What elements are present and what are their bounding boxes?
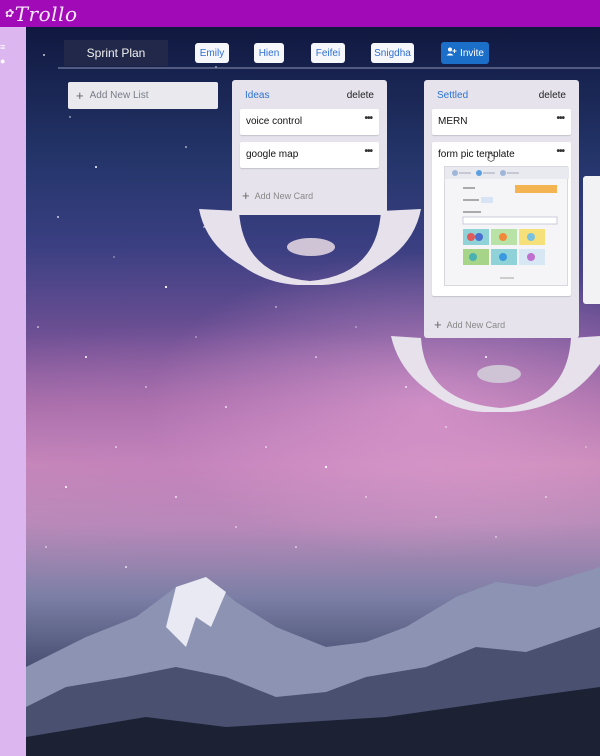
invite-label: Invite [460, 47, 484, 59]
member-chip[interactable]: Snigdha [371, 43, 414, 63]
add-list-button[interactable]: + Add New List [68, 82, 218, 109]
card-with-image[interactable]: form pic template ••• [432, 142, 571, 296]
delete-list-button[interactable]: delete [539, 90, 566, 101]
card-image-thumbnail [444, 166, 569, 286]
brand-name: Trollo [14, 1, 78, 26]
brand-logo[interactable]: ✿ Trollo [4, 2, 78, 26]
board-title[interactable]: Sprint Plan [64, 40, 168, 66]
cursor-icon [487, 151, 495, 162]
drag-ghost [199, 209, 421, 285]
form-template-image [445, 167, 569, 279]
add-list-label: Add New List [89, 90, 149, 101]
member-chip[interactable]: Emily [195, 43, 229, 63]
member-chip[interactable]: Hien [254, 43, 284, 63]
brand-icon: ✿ [4, 7, 14, 20]
member-chip[interactable]: Feifei [311, 43, 345, 63]
card[interactable]: MERN ••• [432, 109, 571, 135]
invite-button[interactable]: Invite [441, 42, 489, 64]
card[interactable]: voice control ••• [240, 109, 379, 135]
plus-icon: + [242, 188, 250, 203]
add-card-label: Add New Card [446, 319, 506, 330]
list-title[interactable]: Ideas [245, 90, 269, 101]
app-header: ✿ Trollo [0, 0, 600, 27]
add-card-button[interactable]: + Add New Card [434, 317, 505, 332]
plus-icon: + [434, 317, 442, 332]
add-user-icon [446, 47, 457, 59]
more-icon[interactable]: ••• [556, 146, 564, 157]
card-title: google map [246, 149, 299, 160]
sidebar: ≡ ● [0, 27, 26, 756]
plus-icon: + [76, 88, 84, 103]
list-title[interactable]: Settled [437, 90, 468, 101]
card[interactable]: google map ••• [240, 142, 379, 168]
list-ideas: Ideas delete voice control ••• google ma… [232, 80, 387, 215]
card-title: voice control [246, 116, 303, 127]
add-card-label: Add New Card [254, 190, 314, 201]
menu-icon[interactable]: ≡ [0, 42, 5, 52]
more-icon[interactable]: ••• [364, 146, 372, 157]
dragged-card-edge [583, 176, 600, 304]
add-card-button[interactable]: + Add New Card [242, 188, 313, 203]
more-icon[interactable]: ••• [556, 113, 564, 124]
delete-list-button[interactable]: delete [347, 90, 374, 101]
more-icon[interactable]: ••• [364, 113, 372, 124]
card-title: form pic template [438, 149, 515, 160]
list-settled: Settled delete MERN ••• form pic templat… [424, 80, 579, 338]
drag-ghost [391, 336, 600, 412]
card-title: MERN [438, 116, 468, 127]
toggle-dot-icon[interactable]: ● [0, 56, 5, 66]
